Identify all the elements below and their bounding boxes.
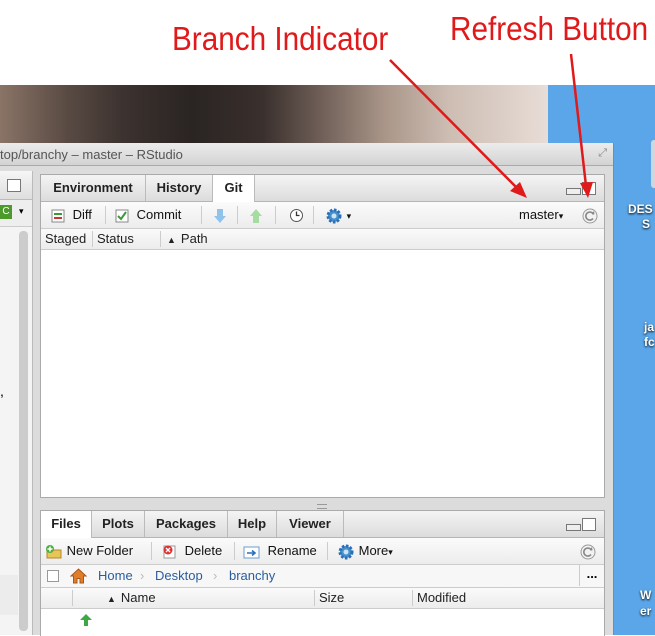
refresh-arrow-line: [569, 53, 588, 187]
branch-arrow-line: [389, 59, 520, 191]
refresh-arrow-head: [580, 182, 593, 198]
annotation-arrows: [389, 53, 593, 198]
